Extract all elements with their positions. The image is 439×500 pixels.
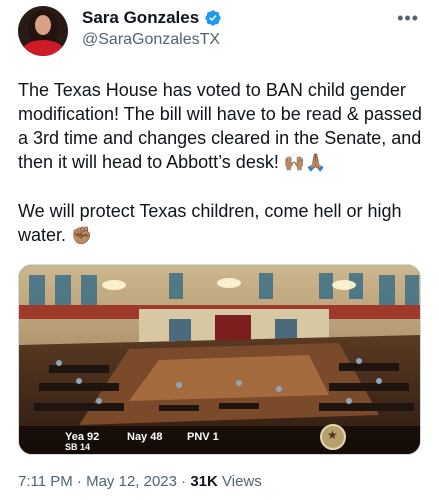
tweet-paragraph-1-text: The Texas House has voted to BAN child g… [18, 80, 422, 172]
meta-separator-2: · [177, 473, 191, 490]
tweet-paragraph-1: The Texas House has voted to BAN child g… [18, 78, 422, 175]
author-display-name[interactable]: Sara Gonzales [82, 8, 199, 28]
tweet-meta: 7:11 PM · May 12, 2023 · 31K Views [18, 473, 262, 490]
tweet-paragraph-2: We will protect Texas children, come hel… [18, 199, 422, 248]
tweet[interactable]: Sara Gonzales @SaraGonzalesTX ••• The Te… [0, 0, 439, 500]
state-seal-icon [320, 424, 346, 450]
tweet-paragraph-2-emoji: ✊🏽 [71, 226, 93, 246]
views-count[interactable]: 31K [190, 473, 218, 490]
tweet-media-image[interactable]: Yea 92 Nay 48 PNV 1 SB 14 [18, 264, 421, 455]
vote-pnv-count: PNV 1 [187, 431, 219, 443]
author-name-row: Sara Gonzales [82, 8, 222, 28]
bill-number: SB 14 [65, 442, 91, 452]
avatar[interactable] [18, 6, 68, 56]
meta-separator-1: · [72, 473, 87, 490]
tweet-date[interactable]: May 12, 2023 [86, 473, 177, 490]
verified-badge-icon [205, 10, 221, 26]
views-label: Views [217, 473, 262, 490]
author-handle[interactable]: @SaraGonzalesTX [82, 31, 220, 49]
tweet-time[interactable]: 7:11 PM [18, 473, 73, 490]
tweet-paragraph-1-emoji: 🙌🏽🙏🏽 [283, 153, 327, 173]
vote-nay-count: Nay 48 [127, 431, 163, 443]
tweet-text: The Texas House has voted to BAN child g… [18, 78, 422, 248]
more-options-icon[interactable]: ••• [397, 8, 419, 29]
